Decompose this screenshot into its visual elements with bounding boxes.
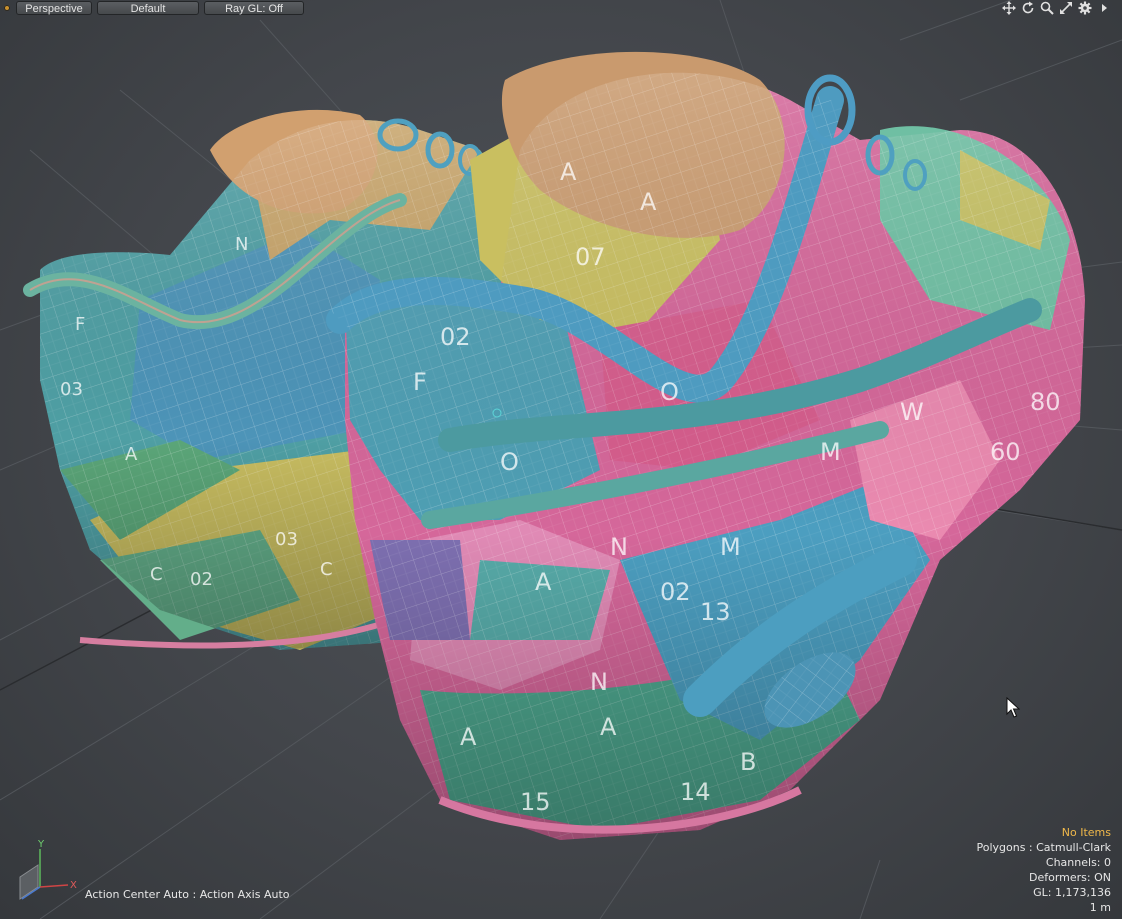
svg-text:M: M (720, 533, 741, 561)
svg-text:A: A (460, 723, 477, 751)
gl-info: GL: 1,173,136 (1033, 886, 1111, 899)
svg-text:07: 07 (575, 243, 606, 271)
svg-text:A: A (535, 568, 552, 596)
viewport-nav-tools (1001, 0, 1112, 16)
svg-text:02: 02 (440, 323, 471, 351)
zoom-view-icon[interactable] (1039, 0, 1055, 16)
svg-text:W: W (900, 398, 924, 426)
svg-text:15: 15 (520, 788, 551, 816)
mouse-cursor-icon (1006, 697, 1020, 718)
svg-text:B: B (740, 748, 756, 776)
svg-text:C: C (150, 564, 163, 585)
view-type-dropdown[interactable]: Perspective (16, 1, 92, 15)
svg-text:O: O (660, 378, 679, 406)
axis-x-label: X (70, 880, 77, 891)
move-view-icon[interactable] (1001, 0, 1017, 16)
selection-info: No Items (1061, 826, 1111, 839)
settings-icon[interactable] (1077, 0, 1093, 16)
expand-arrow-icon[interactable] (1096, 0, 1112, 16)
viewport-info-panel: No Items Polygons : Catmull-Clark Channe… (976, 825, 1111, 915)
svg-text:60: 60 (990, 438, 1021, 466)
axis-y-label: Y (37, 839, 45, 850)
3d-viewport[interactable]: F 03 N C 02 03 C A F 02 O O N M 02 A N A 1… (0, 0, 1122, 919)
axis-gizmo: Y X (19, 839, 77, 900)
svg-text:A: A (600, 713, 617, 741)
rotate-view-icon[interactable] (1020, 0, 1036, 16)
scale-info: 1 m (1089, 901, 1111, 914)
polygons-info: Polygons : Catmull-Clark (976, 841, 1111, 854)
svg-text:02: 02 (660, 578, 691, 606)
action-center-status: Action Center Auto : Action Axis Auto (85, 888, 290, 901)
svg-text:O: O (500, 448, 519, 476)
svg-text:03: 03 (275, 529, 298, 550)
svg-text:A: A (125, 444, 138, 465)
svg-text:14: 14 (680, 778, 711, 806)
svg-text:A: A (640, 188, 657, 216)
svg-text:13: 13 (700, 598, 731, 626)
maximize-view-icon[interactable] (1058, 0, 1074, 16)
ray-gl-toggle[interactable]: Ray GL: Off (204, 1, 304, 15)
svg-text:F: F (413, 368, 427, 396)
svg-text:N: N (590, 668, 608, 696)
svg-text:M: M (820, 438, 841, 466)
deformers-info: Deformers: ON (1029, 871, 1111, 884)
svg-text:C: C (320, 559, 333, 580)
svg-text:F: F (75, 314, 85, 335)
svg-text:N: N (235, 234, 248, 255)
viewport-header: Perspective Default Ray GL: Off (0, 0, 1122, 16)
svg-text:02: 02 (190, 569, 213, 590)
svg-text:03: 03 (60, 379, 83, 400)
svg-text:80: 80 (1030, 388, 1061, 416)
svg-text:N: N (610, 533, 628, 561)
svg-text:A: A (560, 158, 577, 186)
viewport-menu-dot[interactable] (4, 5, 10, 11)
shoe-model[interactable]: F 03 N C 02 03 C A F02 OO N M 02A NA 15 14 B… (0, 0, 1122, 919)
shading-style-dropdown[interactable]: Default (97, 1, 199, 15)
channels-info: Channels: 0 (1045, 856, 1111, 869)
